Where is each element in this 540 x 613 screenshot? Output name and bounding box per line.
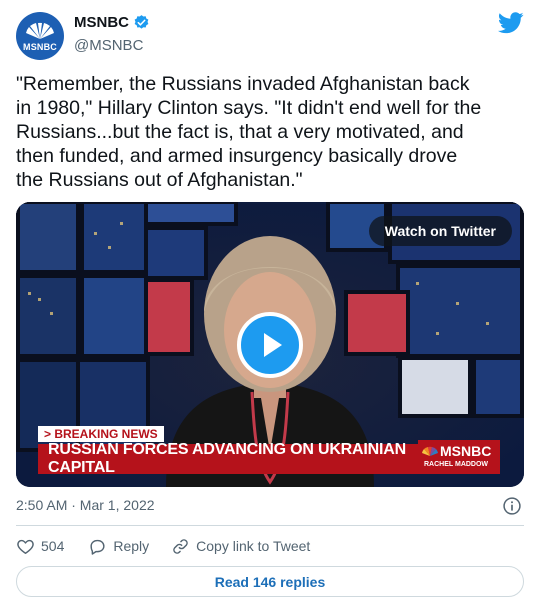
verified-badge-icon	[134, 15, 149, 29]
divider	[16, 525, 524, 526]
info-icon[interactable]	[502, 496, 522, 516]
msnbc-logo: MSNBC RACHEL MADDOW	[418, 440, 500, 474]
copy-link-button[interactable]: Copy link to Tweet	[171, 537, 310, 556]
copy-link-label: Copy link to Tweet	[196, 538, 311, 554]
news-headline-banner: RUSSIAN FORCES ADVANCING ON UKRAINIAN CA…	[38, 441, 418, 476]
like-count: 504	[41, 538, 65, 554]
twitter-bird-icon[interactable]	[498, 12, 524, 34]
watch-on-twitter-button[interactable]: Watch on Twitter	[368, 216, 512, 246]
peacock-icon	[422, 446, 438, 456]
tweet-actions: 504 Reply Copy link to Tweet	[16, 536, 328, 556]
account-info: MSNBC @MSNBC	[74, 14, 150, 54]
display-name-row[interactable]: MSNBC	[74, 14, 150, 31]
reply-label: Reply	[113, 538, 150, 554]
tweet-header: MSNBC MSNBC @MSNBC	[16, 12, 524, 60]
reply-button[interactable]: Reply	[88, 537, 149, 556]
video-player[interactable]: Watch on Twitter > BREAKING NEWS RUSSIAN…	[16, 202, 524, 487]
display-name[interactable]: MSNBC	[74, 14, 129, 31]
logo-name: MSNBC	[440, 443, 492, 459]
peacock-icon	[26, 22, 54, 39]
heart-icon	[17, 539, 34, 554]
breaking-news-tag: > BREAKING NEWS	[38, 426, 164, 442]
logo-subtitle: RACHEL MADDOW	[424, 461, 489, 468]
avatar[interactable]: MSNBC	[16, 12, 64, 60]
play-icon	[264, 333, 282, 357]
play-button[interactable]	[237, 312, 303, 378]
account-handle[interactable]: @MSNBC	[74, 37, 150, 54]
avatar-label: MSNBC	[23, 42, 57, 52]
reply-bubble-icon	[90, 539, 105, 555]
link-icon	[173, 538, 188, 554]
tweet-text: "Remember, the Russians invaded Afghanis…	[16, 73, 482, 191]
like-button[interactable]: 504	[16, 537, 64, 556]
tweet-timestamp[interactable]: 2:50 AM · Mar 1, 2022	[16, 497, 155, 513]
read-replies-button[interactable]: Read 146 replies	[16, 566, 524, 597]
